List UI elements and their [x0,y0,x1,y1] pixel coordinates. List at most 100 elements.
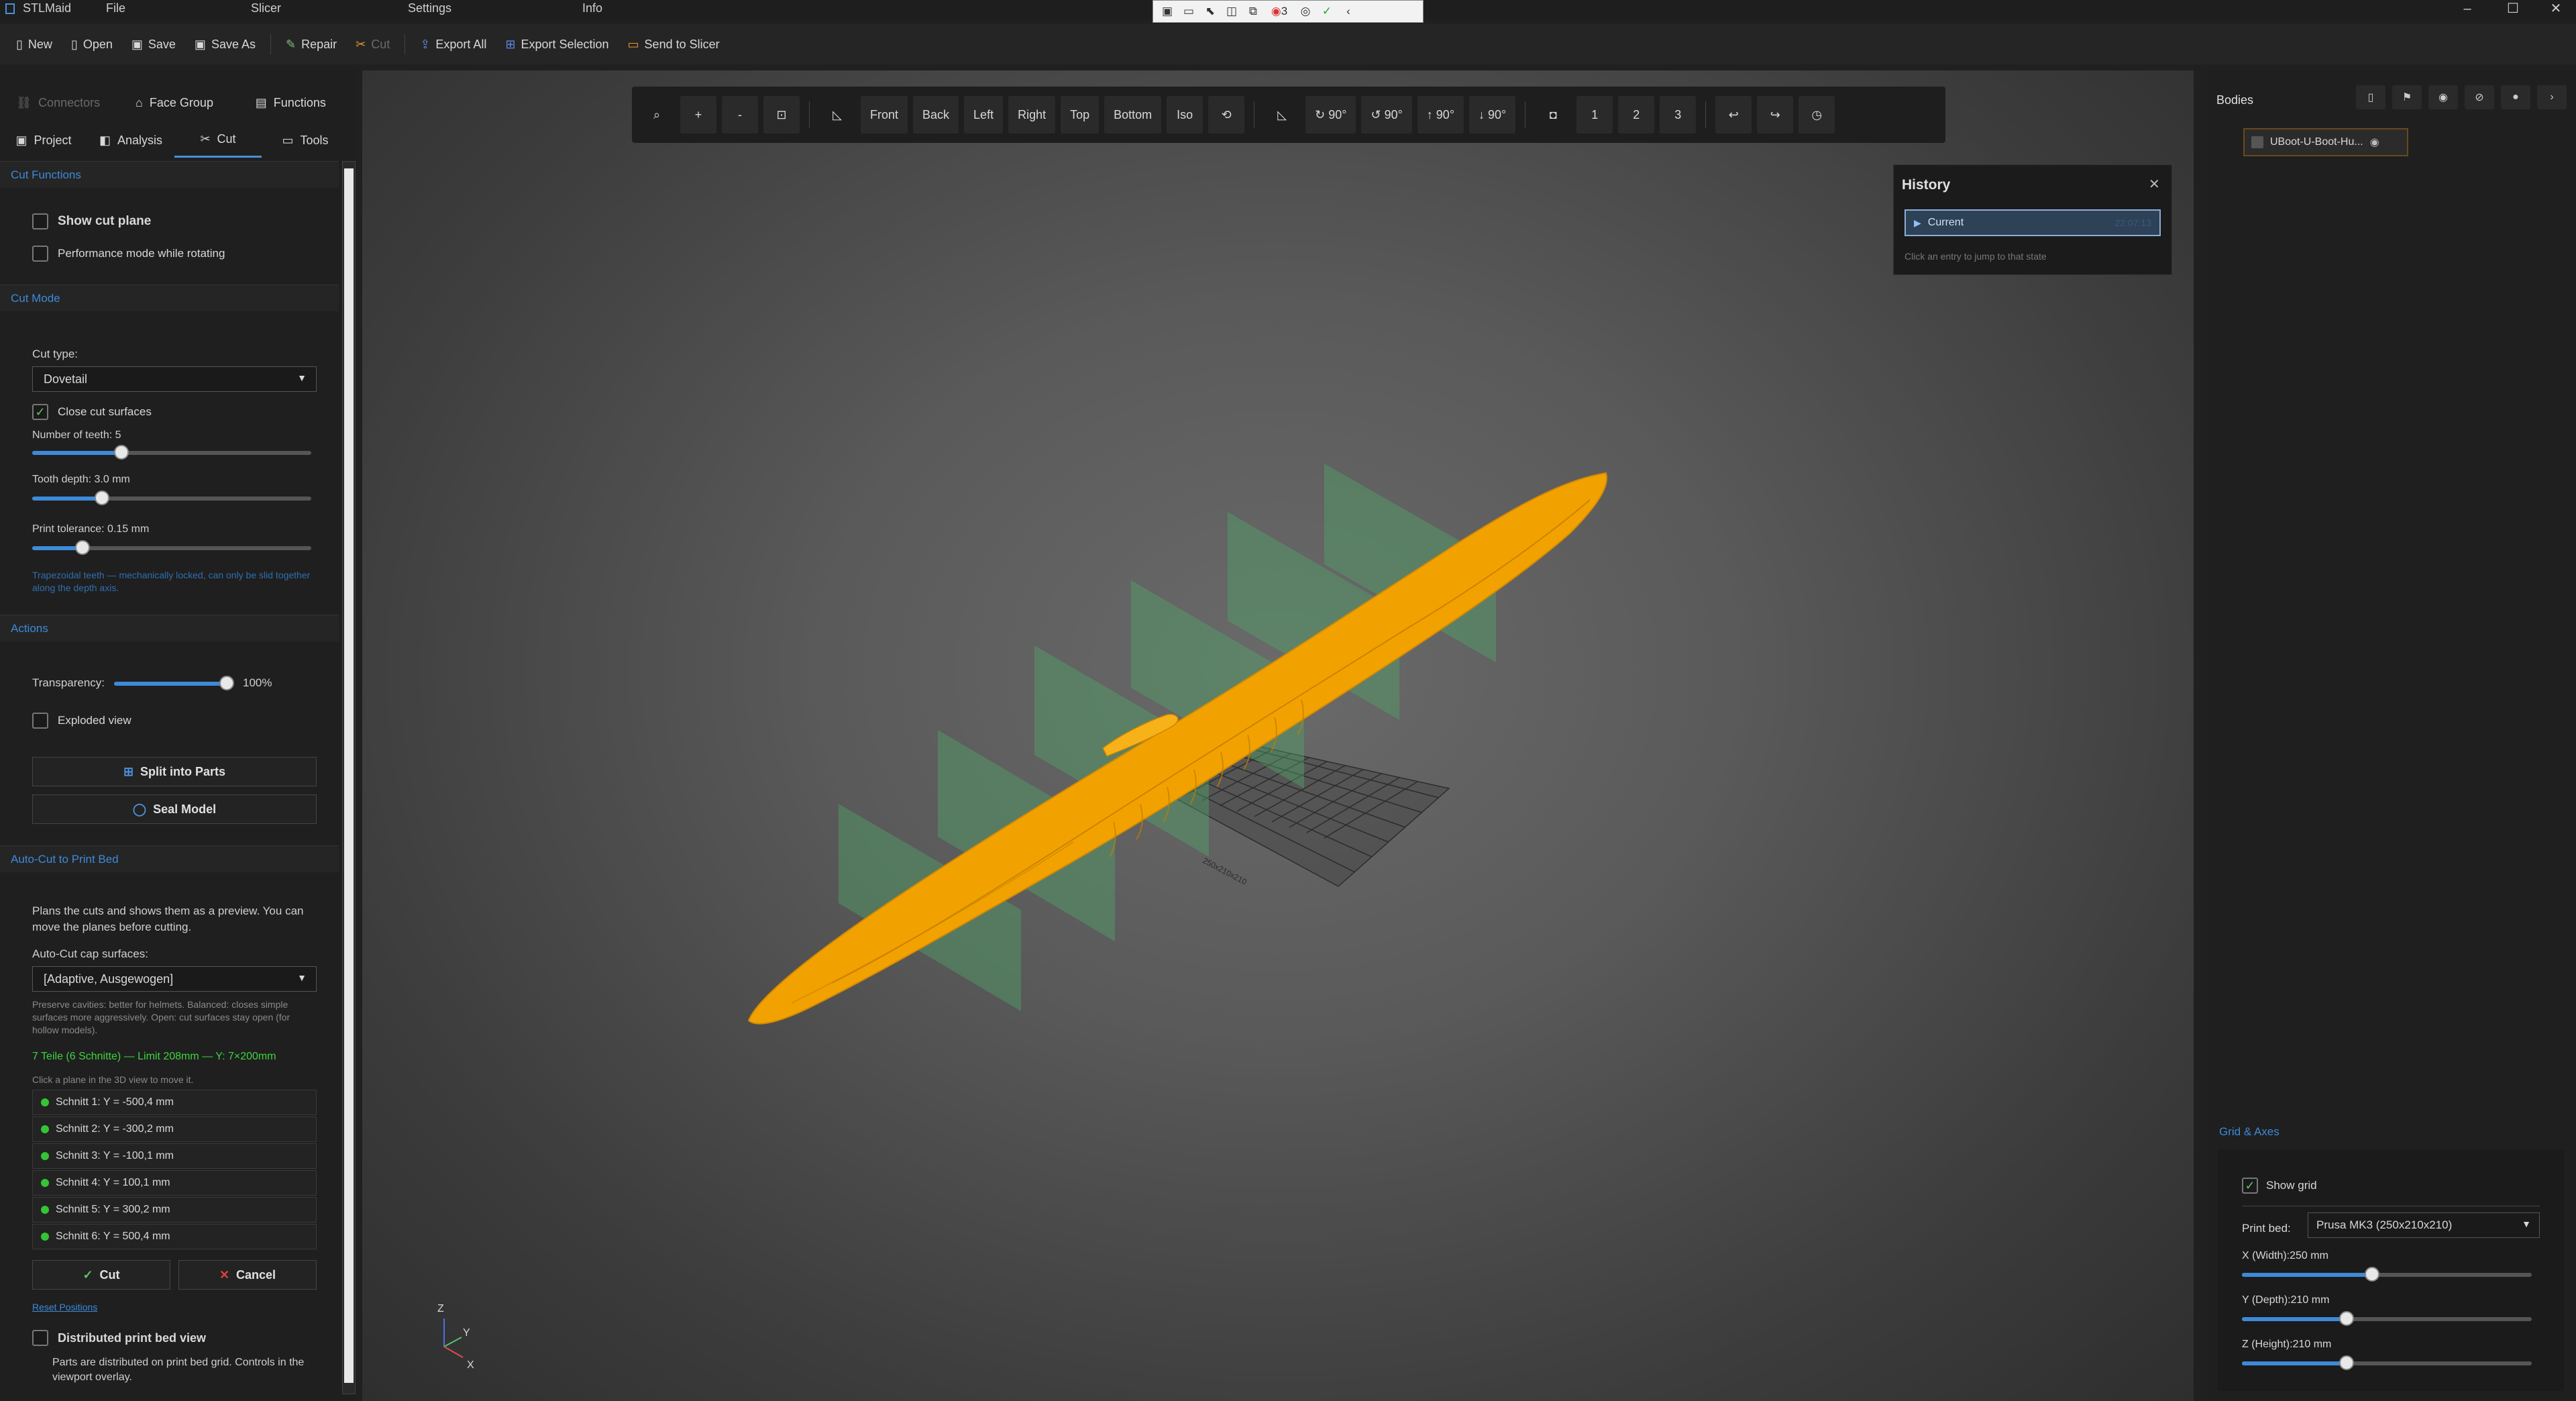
tab-tools[interactable]: ▭ Tools [262,123,349,158]
redo-button[interactable]: ↪ [1757,96,1794,134]
slider-handle[interactable] [2365,1267,2380,1282]
close-cut-surfaces-option[interactable]: ✓ Close cut surfaces [32,404,152,420]
menu-file[interactable]: File [106,1,125,15]
performance-mode-checkbox[interactable] [32,246,48,262]
minimize-icon[interactable]: – [2447,0,2487,19]
print-bed-select[interactable]: Prusa MK3 (250x210x210) ▼ [2308,1212,2540,1238]
open-button[interactable]: ▯ Open [62,30,122,59]
menu-settings[interactable]: Settings [408,1,451,15]
export-all-button[interactable]: ⇪ Export All [411,30,496,59]
slider-handle[interactable] [114,445,129,460]
scrollbar-thumb[interactable] [344,168,354,1383]
save-as-button[interactable]: ▣ Save As [185,30,265,59]
reset-view-button[interactable]: ⟲ [1208,96,1245,134]
eye-icon[interactable]: ◉ [2370,136,2379,149]
cut-toolbar-button[interactable]: ✂ Cut [346,30,399,59]
cut-plane-row[interactable]: Schnitt 2: Y = -300,2 mm [32,1117,317,1142]
flag-icon[interactable]: ⚑ [2392,85,2422,109]
tab-cut[interactable]: ✂ Cut [174,123,262,158]
view-iso-button[interactable]: Iso [1167,96,1203,134]
menu-info[interactable]: Info [582,1,602,15]
rotate-ccw-button[interactable]: ↺ 90° [1361,96,1412,134]
save-button[interactable]: ▣ Save [122,30,185,59]
video-icon[interactable]: ▭ [1180,5,1197,18]
tab-face-group[interactable]: ⌂ Face Group [116,85,232,120]
view-right-button[interactable]: Right [1008,96,1056,134]
menu-slicer[interactable]: Slicer [251,1,281,15]
body-list-item[interactable]: UBoot-U-Boot-Hu... ◉ [2243,128,2408,156]
exploded-view-option[interactable]: Exploded view [32,713,131,729]
snapshot-1-button[interactable]: 1 [1576,96,1613,134]
show-grid-option[interactable]: ✓ Show grid [2242,1178,2317,1194]
slider-handle[interactable] [2339,1355,2354,1370]
view-bottom-button[interactable]: Bottom [1104,96,1162,134]
snapshot-3-button[interactable]: 3 [1660,96,1697,134]
slider-handle[interactable] [219,676,234,690]
undo-button[interactable]: ↩ [1715,96,1752,134]
show-all-icon[interactable]: ◉ [2428,85,2458,109]
new-button[interactable]: ▯ New [7,30,62,59]
accessibility-icon[interactable]: ◎ [1297,5,1314,18]
solo-icon[interactable]: ● [2501,85,2530,109]
history-entry-current[interactable]: ▶ Current 22:07:13 [1904,209,2161,236]
slider-handle[interactable] [74,540,90,555]
snapshot-2-button[interactable]: 2 [1618,96,1655,134]
zoom-in-button[interactable]: + [680,96,716,134]
distributed-view-checkbox[interactable] [32,1330,48,1346]
tab-connectors[interactable]: ⛓ Connectors [0,85,116,120]
tab-functions[interactable]: ▤ Functions [233,85,349,120]
view-left-button[interactable]: Left [964,96,1004,134]
auto-cut-cap-select[interactable]: [Adaptive, Ausgewogen] ▼ [32,966,317,992]
close-cut-surfaces-checkbox[interactable]: ✓ [32,404,48,420]
z-height-slider[interactable] [2242,1355,2532,1370]
maximize-icon[interactable]: ☐ [2493,0,2533,19]
screen-icon[interactable]: ⧉ [1244,5,1262,18]
y-depth-slider[interactable] [2242,1311,2532,1326]
view-front-button[interactable]: Front [861,96,908,134]
cut-plane-row[interactable]: Schnitt 3: Y = -100,1 mm [32,1143,317,1169]
seal-model-button[interactable]: ◯ Seal Model [32,794,317,824]
expand-icon[interactable]: › [2537,85,2567,109]
rotate-down-button[interactable]: ↓ 90° [1469,96,1516,134]
auto-cut-cancel-button[interactable]: ✕ Cancel [178,1260,317,1290]
repair-button[interactable]: ✎ Repair [276,30,346,59]
pointer-icon[interactable]: ⬉ [1201,5,1219,18]
cut-plane-row[interactable]: Schnitt 1: Y = -500,4 mm [32,1090,317,1115]
distributed-view-option[interactable]: Distributed print bed view [32,1330,206,1346]
view-back-button[interactable]: Back [913,96,959,134]
performance-mode-option[interactable]: Performance mode while rotating [32,246,225,262]
frame-icon[interactable]: ◫ [1223,5,1240,18]
camera-icon[interactable]: ◘ [1535,96,1571,134]
close-window-icon[interactable]: ✕ [2536,0,2576,19]
cut-plane-row[interactable]: Schnitt 4: Y = 100,1 mm [32,1170,317,1196]
fit-view-button[interactable]: ⊡ [763,96,800,134]
print-tolerance-slider[interactable] [32,540,311,555]
tab-analysis[interactable]: ◧ Analysis [87,123,174,158]
transparency-slider[interactable] [114,676,234,690]
collapse-icon[interactable]: ‹ [1340,5,1357,18]
tab-project[interactable]: ▣ Project [0,123,87,158]
cut-plane-row[interactable]: Schnitt 5: Y = 300,2 mm [32,1197,317,1223]
submarine-model[interactable] [747,472,1607,1025]
x-width-slider[interactable] [2242,1267,2532,1282]
history-clock-icon[interactable]: ◷ [1799,96,1835,134]
reset-positions-link[interactable]: Reset Positions [32,1302,97,1312]
tooth-depth-slider[interactable] [32,490,311,505]
record-badge[interactable]: ◉3 [1266,5,1293,18]
send-to-slicer-button[interactable]: ▭ Send to Slicer [619,30,729,59]
zoom-icon[interactable]: ⌕ [639,96,675,134]
view-top-button[interactable]: Top [1061,96,1099,134]
capture-icon[interactable]: ▣ [1159,5,1176,18]
slider-handle[interactable] [95,490,109,505]
exploded-view-checkbox[interactable] [32,713,48,729]
left-panel-scrollbar[interactable] [342,161,356,1394]
cut-plane-row[interactable]: Schnitt 6: Y = 500,4 mm [32,1224,317,1249]
3d-viewport[interactable]: 250x210x210 Z Y X ⌕ + - ⊡ ◺ Front Back L… [362,70,2194,1401]
new-body-icon[interactable]: ▯ [2356,85,2385,109]
auto-cut-cut-button[interactable]: ✓ Cut [32,1260,170,1290]
export-selection-button[interactable]: ⊞ Export Selection [496,30,618,59]
hide-all-icon[interactable]: ⊘ [2465,85,2494,109]
check-icon[interactable]: ✓ [1318,5,1336,18]
show-cut-plane-option[interactable]: Show cut plane [32,213,151,229]
split-into-parts-button[interactable]: ⊞ Split into Parts [32,757,317,786]
